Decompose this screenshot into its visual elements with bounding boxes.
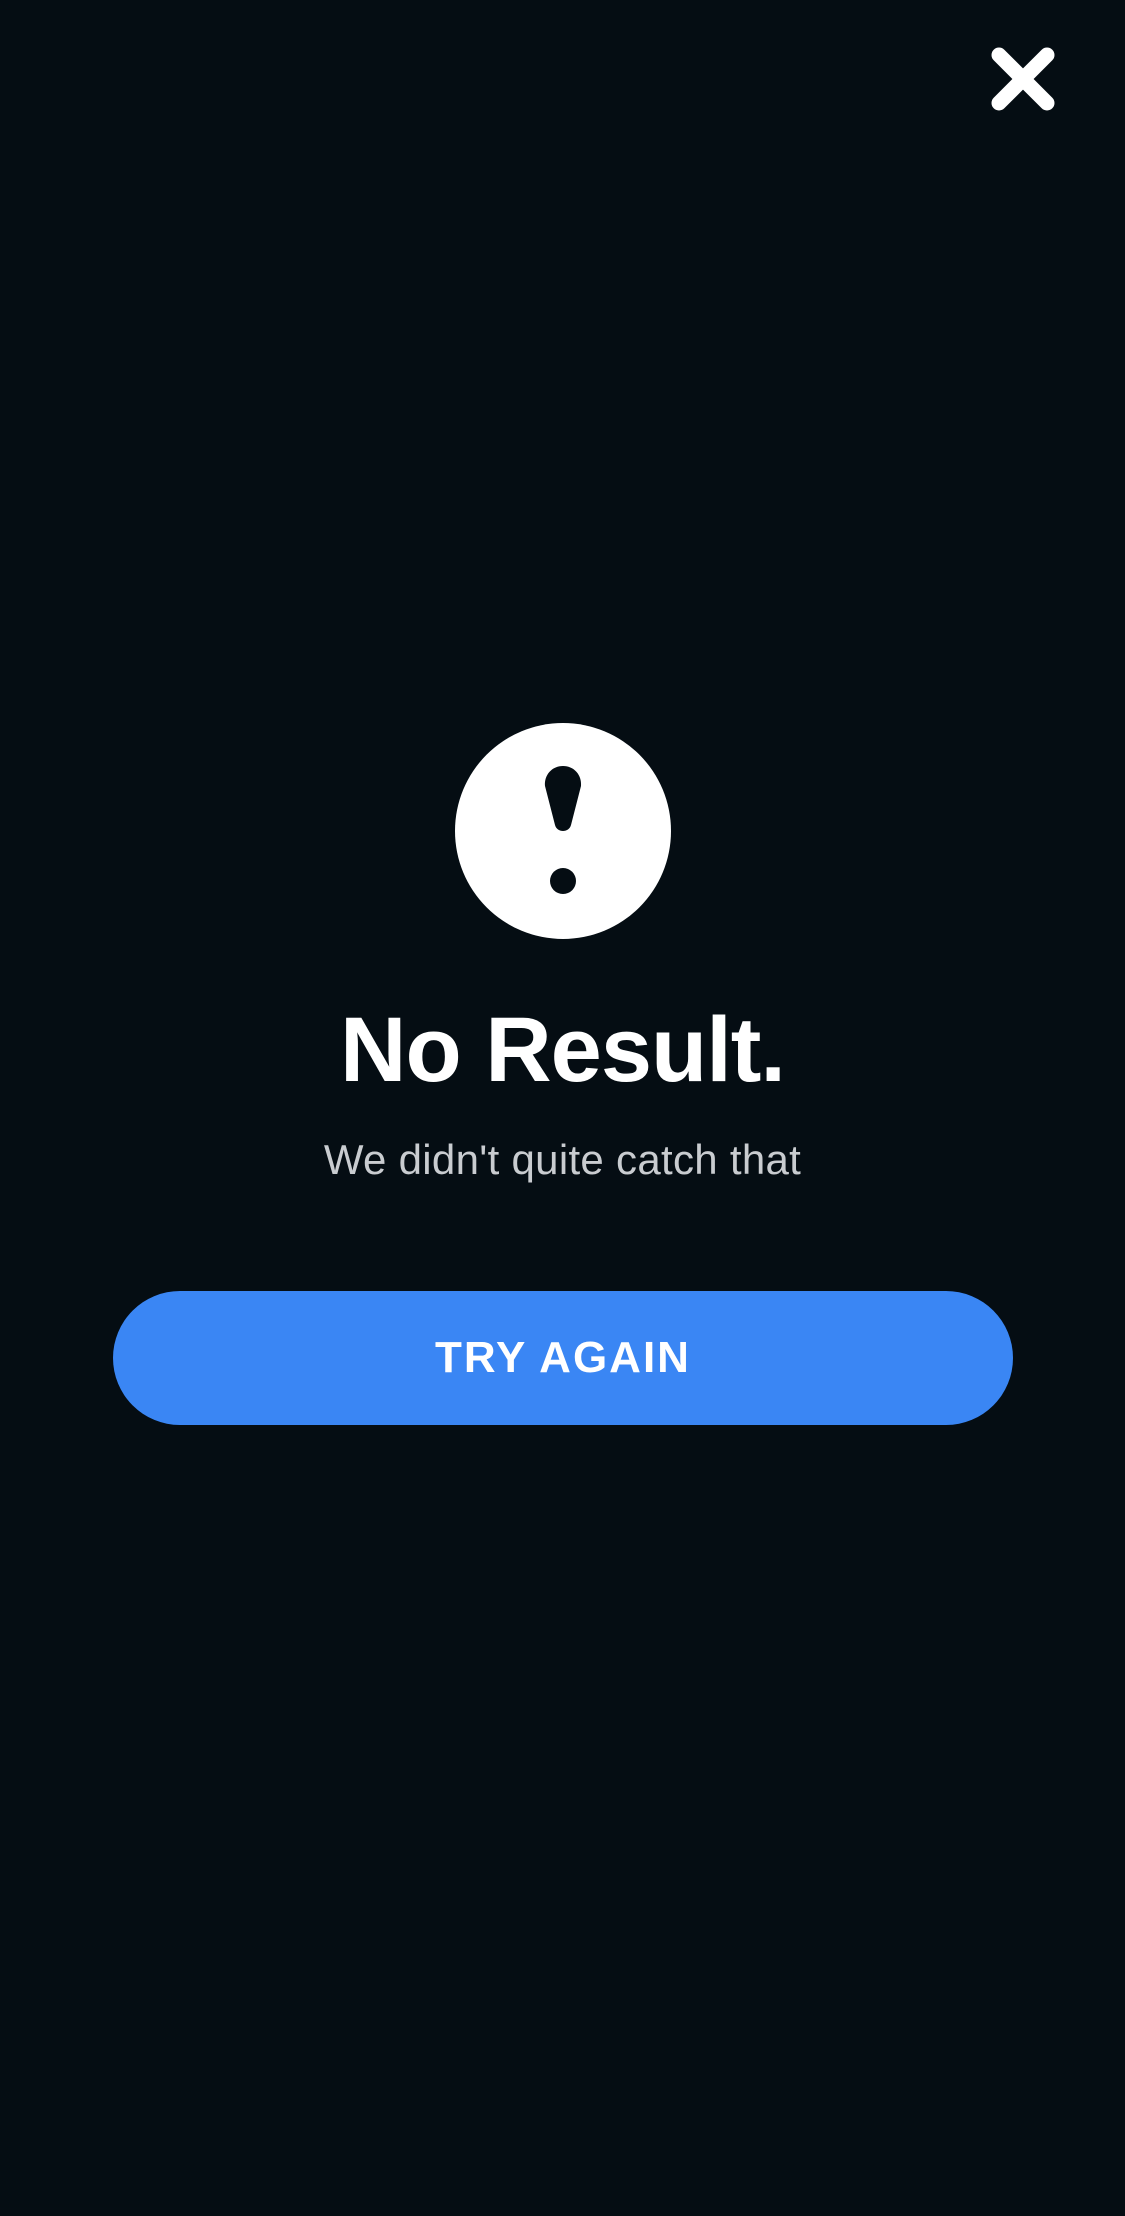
- close-button[interactable]: [984, 40, 1062, 118]
- no-result-screen: No Result. We didn't quite catch that TR…: [0, 0, 1125, 2216]
- exclamation-circle-icon: [455, 723, 671, 939]
- try-again-button-label: TRY AGAIN: [435, 1333, 691, 1382]
- try-again-button[interactable]: TRY AGAIN: [113, 1291, 1013, 1425]
- close-icon: [991, 47, 1055, 111]
- page-title: No Result.: [340, 999, 786, 1101]
- result-subtitle: We didn't quite catch that: [323, 1136, 802, 1183]
